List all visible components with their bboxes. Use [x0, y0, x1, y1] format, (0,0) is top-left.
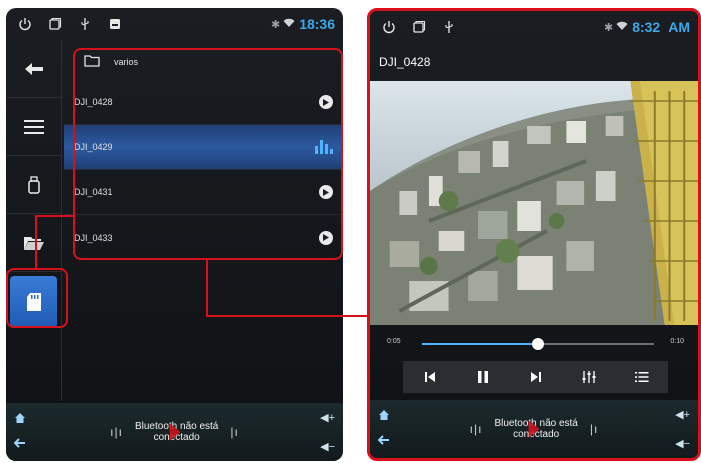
annotation-connector-lines	[35, 215, 367, 317]
